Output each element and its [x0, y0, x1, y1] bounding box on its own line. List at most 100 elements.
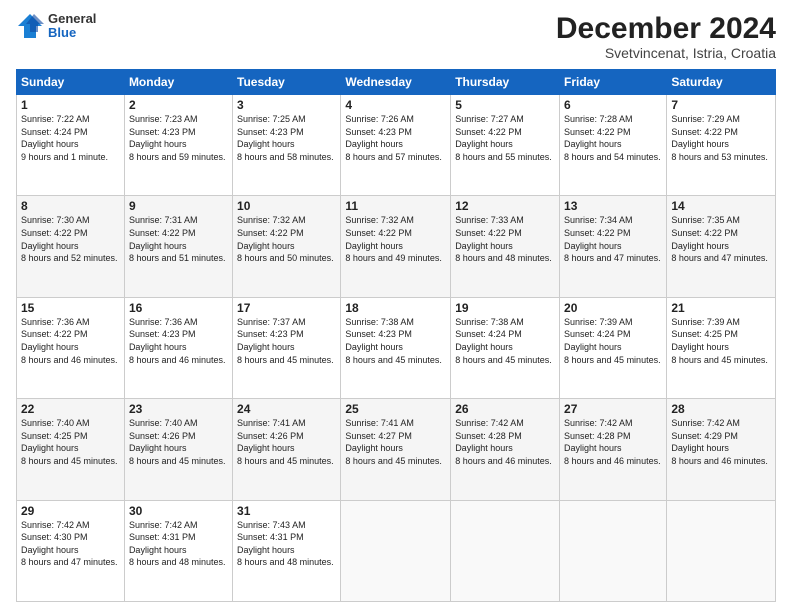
header-row: Sunday Monday Tuesday Wednesday Thursday…: [17, 70, 776, 95]
header: General Blue December 2024 Svetvincenat,…: [16, 12, 776, 61]
day-cell: 2 Sunrise: 7:23 AM Sunset: 4:23 PM Dayli…: [124, 95, 232, 196]
day-cell: 1 Sunrise: 7:22 AM Sunset: 4:24 PM Dayli…: [17, 95, 125, 196]
day-cell: 19 Sunrise: 7:38 AM Sunset: 4:24 PM Dayl…: [451, 297, 560, 398]
day-cell: 3 Sunrise: 7:25 AM Sunset: 4:23 PM Dayli…: [233, 95, 341, 196]
day-cell: 9 Sunrise: 7:31 AM Sunset: 4:22 PM Dayli…: [124, 196, 232, 297]
col-thursday: Thursday: [451, 70, 560, 95]
day-number: 31: [237, 504, 336, 518]
day-info: Sunrise: 7:32 AM Sunset: 4:22 PM Dayligh…: [345, 214, 446, 264]
col-tuesday: Tuesday: [233, 70, 341, 95]
day-info: Sunrise: 7:36 AM Sunset: 4:22 PM Dayligh…: [21, 316, 120, 366]
day-info: Sunrise: 7:31 AM Sunset: 4:22 PM Dayligh…: [129, 214, 228, 264]
day-info: Sunrise: 7:39 AM Sunset: 4:25 PM Dayligh…: [671, 316, 771, 366]
day-cell: 26 Sunrise: 7:42 AM Sunset: 4:28 PM Dayl…: [451, 399, 560, 500]
logo-blue: Blue: [48, 26, 96, 40]
day-cell: 17 Sunrise: 7:37 AM Sunset: 4:23 PM Dayl…: [233, 297, 341, 398]
day-info: Sunrise: 7:41 AM Sunset: 4:27 PM Dayligh…: [345, 417, 446, 467]
day-cell: 14 Sunrise: 7:35 AM Sunset: 4:22 PM Dayl…: [667, 196, 776, 297]
day-info: Sunrise: 7:38 AM Sunset: 4:23 PM Dayligh…: [345, 316, 446, 366]
day-cell: 20 Sunrise: 7:39 AM Sunset: 4:24 PM Dayl…: [560, 297, 667, 398]
day-number: 22: [21, 402, 120, 416]
day-number: 5: [455, 98, 555, 112]
day-number: 25: [345, 402, 446, 416]
logo-icon: [16, 12, 44, 40]
day-info: Sunrise: 7:23 AM Sunset: 4:23 PM Dayligh…: [129, 113, 228, 163]
day-cell: 24 Sunrise: 7:41 AM Sunset: 4:26 PM Dayl…: [233, 399, 341, 500]
day-info: Sunrise: 7:42 AM Sunset: 4:30 PM Dayligh…: [21, 519, 120, 569]
day-info: Sunrise: 7:27 AM Sunset: 4:22 PM Dayligh…: [455, 113, 555, 163]
logo-text: General Blue: [48, 12, 96, 41]
day-cell: 7 Sunrise: 7:29 AM Sunset: 4:22 PM Dayli…: [667, 95, 776, 196]
day-cell: [341, 500, 451, 601]
day-info: Sunrise: 7:36 AM Sunset: 4:23 PM Dayligh…: [129, 316, 228, 366]
day-number: 8: [21, 199, 120, 213]
day-cell: 28 Sunrise: 7:42 AM Sunset: 4:29 PM Dayl…: [667, 399, 776, 500]
day-cell: 29 Sunrise: 7:42 AM Sunset: 4:30 PM Dayl…: [17, 500, 125, 601]
day-number: 17: [237, 301, 336, 315]
day-number: 16: [129, 301, 228, 315]
day-cell: 5 Sunrise: 7:27 AM Sunset: 4:22 PM Dayli…: [451, 95, 560, 196]
day-info: Sunrise: 7:41 AM Sunset: 4:26 PM Dayligh…: [237, 417, 336, 467]
day-number: 6: [564, 98, 662, 112]
day-number: 18: [345, 301, 446, 315]
week-row-1: 1 Sunrise: 7:22 AM Sunset: 4:24 PM Dayli…: [17, 95, 776, 196]
page: General Blue December 2024 Svetvincenat,…: [0, 0, 792, 612]
day-cell: 10 Sunrise: 7:32 AM Sunset: 4:22 PM Dayl…: [233, 196, 341, 297]
day-cell: 16 Sunrise: 7:36 AM Sunset: 4:23 PM Dayl…: [124, 297, 232, 398]
col-friday: Friday: [560, 70, 667, 95]
day-info: Sunrise: 7:22 AM Sunset: 4:24 PM Dayligh…: [21, 113, 120, 163]
day-cell: [451, 500, 560, 601]
col-sunday: Sunday: [17, 70, 125, 95]
day-number: 24: [237, 402, 336, 416]
day-number: 19: [455, 301, 555, 315]
day-cell: [667, 500, 776, 601]
day-cell: 12 Sunrise: 7:33 AM Sunset: 4:22 PM Dayl…: [451, 196, 560, 297]
day-info: Sunrise: 7:25 AM Sunset: 4:23 PM Dayligh…: [237, 113, 336, 163]
day-number: 12: [455, 199, 555, 213]
week-row-2: 8 Sunrise: 7:30 AM Sunset: 4:22 PM Dayli…: [17, 196, 776, 297]
day-number: 4: [345, 98, 446, 112]
day-number: 28: [671, 402, 771, 416]
title-block: December 2024 Svetvincenat, Istria, Croa…: [556, 12, 776, 61]
day-number: 14: [671, 199, 771, 213]
day-info: Sunrise: 7:37 AM Sunset: 4:23 PM Dayligh…: [237, 316, 336, 366]
day-info: Sunrise: 7:28 AM Sunset: 4:22 PM Dayligh…: [564, 113, 662, 163]
week-row-5: 29 Sunrise: 7:42 AM Sunset: 4:30 PM Dayl…: [17, 500, 776, 601]
day-cell: 18 Sunrise: 7:38 AM Sunset: 4:23 PM Dayl…: [341, 297, 451, 398]
day-cell: 25 Sunrise: 7:41 AM Sunset: 4:27 PM Dayl…: [341, 399, 451, 500]
day-info: Sunrise: 7:30 AM Sunset: 4:22 PM Dayligh…: [21, 214, 120, 264]
day-info: Sunrise: 7:42 AM Sunset: 4:29 PM Dayligh…: [671, 417, 771, 467]
day-info: Sunrise: 7:33 AM Sunset: 4:22 PM Dayligh…: [455, 214, 555, 264]
day-cell: 30 Sunrise: 7:42 AM Sunset: 4:31 PM Dayl…: [124, 500, 232, 601]
day-info: Sunrise: 7:35 AM Sunset: 4:22 PM Dayligh…: [671, 214, 771, 264]
day-cell: 13 Sunrise: 7:34 AM Sunset: 4:22 PM Dayl…: [560, 196, 667, 297]
day-number: 23: [129, 402, 228, 416]
day-info: Sunrise: 7:43 AM Sunset: 4:31 PM Dayligh…: [237, 519, 336, 569]
day-number: 15: [21, 301, 120, 315]
day-info: Sunrise: 7:42 AM Sunset: 4:28 PM Dayligh…: [564, 417, 662, 467]
day-number: 11: [345, 199, 446, 213]
day-number: 26: [455, 402, 555, 416]
day-number: 1: [21, 98, 120, 112]
day-cell: 15 Sunrise: 7:36 AM Sunset: 4:22 PM Dayl…: [17, 297, 125, 398]
day-cell: 22 Sunrise: 7:40 AM Sunset: 4:25 PM Dayl…: [17, 399, 125, 500]
day-number: 2: [129, 98, 228, 112]
day-info: Sunrise: 7:38 AM Sunset: 4:24 PM Dayligh…: [455, 316, 555, 366]
day-cell: [560, 500, 667, 601]
day-number: 20: [564, 301, 662, 315]
col-monday: Monday: [124, 70, 232, 95]
day-number: 27: [564, 402, 662, 416]
day-info: Sunrise: 7:40 AM Sunset: 4:26 PM Dayligh…: [129, 417, 228, 467]
day-cell: 6 Sunrise: 7:28 AM Sunset: 4:22 PM Dayli…: [560, 95, 667, 196]
day-info: Sunrise: 7:32 AM Sunset: 4:22 PM Dayligh…: [237, 214, 336, 264]
logo-general: General: [48, 12, 96, 26]
day-number: 30: [129, 504, 228, 518]
day-info: Sunrise: 7:29 AM Sunset: 4:22 PM Dayligh…: [671, 113, 771, 163]
location-title: Svetvincenat, Istria, Croatia: [556, 45, 776, 61]
day-info: Sunrise: 7:26 AM Sunset: 4:23 PM Dayligh…: [345, 113, 446, 163]
day-info: Sunrise: 7:42 AM Sunset: 4:28 PM Dayligh…: [455, 417, 555, 467]
col-saturday: Saturday: [667, 70, 776, 95]
week-row-4: 22 Sunrise: 7:40 AM Sunset: 4:25 PM Dayl…: [17, 399, 776, 500]
day-cell: 23 Sunrise: 7:40 AM Sunset: 4:26 PM Dayl…: [124, 399, 232, 500]
day-info: Sunrise: 7:39 AM Sunset: 4:24 PM Dayligh…: [564, 316, 662, 366]
